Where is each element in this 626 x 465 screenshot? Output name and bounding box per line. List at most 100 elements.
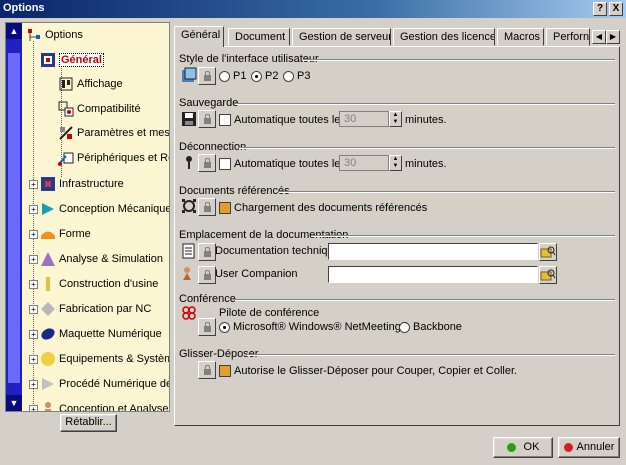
equipment-icon [41,352,55,366]
tab-general[interactable]: Général [174,26,224,47]
drag-drop-checkbox[interactable] [219,365,231,377]
digital-process-icon [42,378,54,390]
documentation-icon [182,243,195,259]
lock-icon[interactable] [198,110,216,128]
help-button[interactable]: ? [593,2,607,16]
digital-mockup-icon [41,328,55,340]
options-tree-icon [28,29,40,41]
folder-search-icon [540,246,556,258]
load-ref-docs-label: Chargement des documents référencés [234,202,428,214]
section-title-conference: Conférence [179,293,236,305]
nc-manufacturing-icon [41,302,55,316]
options-tree[interactable]: ▲ ▼ Options Général Affichage Compatibil… [5,22,170,412]
tree-item-shape[interactable]: Forme [40,225,91,243]
lock-icon[interactable] [198,67,216,85]
radio-p1[interactable] [219,71,230,82]
cancel-button[interactable]: Annuler [558,437,620,458]
disconnect-icon [186,156,192,169]
tree-item-plant[interactable]: Construction d'usine [40,275,158,293]
tech-doc-path-input[interactable] [328,243,538,260]
lock-icon[interactable] [198,266,216,284]
radio-netmeeting[interactable] [219,322,230,333]
tab-scroll-left-icon[interactable]: ◀ [592,30,606,44]
tree-item-infrastructure[interactable]: Infrastructure [40,175,124,193]
expand-mechanical-icon[interactable]: + [29,205,38,214]
tree-item-mechanical-design[interactable]: Conception Mécanique [40,200,169,218]
tab-server[interactable]: Gestion de serveur [292,28,391,46]
tech-doc-browse-button[interactable] [539,243,557,261]
expand-ergonomics-icon[interactable]: + [29,405,38,411]
disconnect-spinner[interactable]: ▲ ▼ [389,155,402,171]
lock-icon[interactable] [198,318,216,336]
tree-scrollbar[interactable]: ▲ ▼ [6,23,22,411]
tree-item-devices[interactable]: Périphériques et Réalit [58,149,169,167]
tree-item-label: Construction d'usine [59,278,159,290]
tree-item-equipment[interactable]: Equipements & Systèmes [40,350,169,368]
disconnect-label: Automatique toutes les [234,158,346,170]
disconnect-unit: minutes. [405,158,447,170]
autosave-minutes-input[interactable]: 30 [339,111,389,127]
tree-item-parameters[interactable]: Paramètres et mesure [58,124,170,142]
linked-docs-icon [182,199,196,213]
tree-item-display[interactable]: Affichage [58,75,123,93]
user-companion-icon [183,267,191,280]
user-companion-browse-button[interactable] [539,266,557,284]
scroll-down-icon[interactable]: ▼ [6,395,22,411]
radio-p3[interactable] [283,71,294,82]
lock-icon[interactable] [198,154,216,172]
tree-item-mockup[interactable]: Maquette Numérique [40,325,162,343]
expand-nc-icon[interactable]: + [29,305,38,314]
tab-document[interactable]: Document [228,28,290,46]
tab-strip: Général Document Gestion de serveur Gest… [174,26,620,47]
title-bar: Options ? X [0,0,626,18]
expand-equipment-icon[interactable]: + [29,355,38,364]
expand-infrastructure-icon[interactable]: + [29,180,38,189]
expand-mockup-icon[interactable]: + [29,330,38,339]
tree-item-compatibility[interactable]: Compatibilité [58,100,141,118]
tree-connector [33,41,34,406]
load-ref-docs-checkbox[interactable] [219,202,231,214]
expand-shape-icon[interactable]: + [29,230,38,239]
tree-root-options[interactable]: Options [26,26,83,44]
radio-p2[interactable] [251,71,262,82]
lock-icon[interactable] [198,243,216,261]
user-companion-label: User Companion [215,268,298,280]
autosave-checkbox[interactable] [219,114,231,126]
tab-macros[interactable]: Macros [497,28,544,46]
drag-drop-label: Autorise le Glisser-Déposer pour Couper,… [234,365,518,377]
tab-licenses[interactable]: Gestion des licences [393,28,495,46]
reset-button[interactable]: Rétablir... [60,414,117,432]
tab-performance[interactable]: Perforn [546,28,590,46]
tree-item-ergonomics[interactable]: Conception et Analyse Erc [40,400,169,411]
ergonomics-icon [45,402,51,411]
autosave-spinner[interactable]: ▲ ▼ [389,111,402,127]
ok-button[interactable]: OK [493,437,553,458]
user-companion-path-input[interactable] [328,266,538,283]
tree-root-label: Options [45,29,83,41]
section-title-ui-style: Style de l'interface utilisateur [179,53,319,65]
scroll-up-icon[interactable]: ▲ [6,23,22,39]
tree-item-process[interactable]: Procédé Numérique de Fal [40,375,169,393]
lock-icon[interactable] [198,361,216,379]
radio-p1-label: P1 [233,70,247,82]
close-button[interactable]: X [609,2,623,16]
divider [311,235,615,237]
tree-item-label: Paramètres et mesure [77,127,170,139]
disconnect-checkbox[interactable] [219,158,231,170]
section-title-ref-docs: Documents référencés [179,185,290,197]
tree-item-nc[interactable]: Fabrication par NC [40,300,151,318]
tree-item-label: Compatibilité [77,103,141,115]
disconnect-minutes-input[interactable]: 30 [339,155,389,171]
mechanical-design-icon [42,203,54,215]
scroll-thumb[interactable] [8,53,20,383]
lock-icon[interactable] [198,198,216,216]
divider [239,147,615,149]
tree-item-general[interactable]: Général [40,51,104,69]
radio-backbone[interactable] [399,322,410,333]
tab-scroll-right-icon[interactable]: ▶ [606,30,620,44]
display-icon [59,77,73,91]
expand-process-icon[interactable]: + [29,380,38,389]
tree-item-analysis[interactable]: Analyse & Simulation [40,250,163,268]
expand-plant-icon[interactable]: + [29,280,38,289]
expand-analysis-icon[interactable]: + [29,255,38,264]
